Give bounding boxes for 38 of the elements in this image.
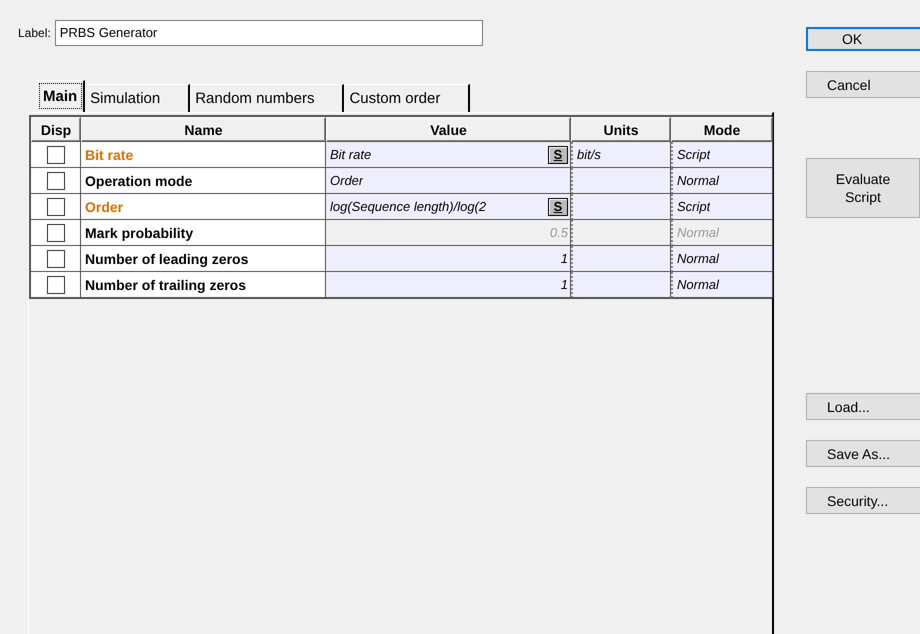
checkbox[interactable] <box>46 146 64 164</box>
value-field[interactable]: Bit rate S <box>326 142 571 168</box>
value-field[interactable]: 1 <box>326 246 571 272</box>
checkbox[interactable] <box>46 276 64 294</box>
dialog-button[interactable]: Load... <box>806 393 920 420</box>
table-cell: Number of leading zeros <box>81 246 326 272</box>
script-button[interactable]: S <box>548 198 568 216</box>
script-button[interactable]: S <box>548 146 568 164</box>
mode-field[interactable]: Normal <box>671 168 773 194</box>
column-header[interactable]: Name <box>81 117 326 142</box>
dialog-button[interactable]: Save As... <box>806 440 920 467</box>
tab[interactable]: Simulation <box>85 84 190 112</box>
mode-field[interactable]: Normal <box>671 272 773 298</box>
table-cell: bit/s <box>571 142 671 168</box>
tab[interactable]: Main <box>36 80 86 112</box>
table-cell: Order <box>81 194 326 220</box>
dialog-button[interactable]: Evaluate Script <box>806 158 920 218</box>
column-header[interactable]: Disp <box>31 117 81 142</box>
table-cell: Number of trailing zeros <box>81 272 326 298</box>
label-input-field[interactable]: PRBS Generator <box>54 20 483 46</box>
checkbox[interactable] <box>46 250 64 268</box>
tab[interactable]: Random numbers <box>190 84 344 112</box>
dialog-button[interactable]: Cancel <box>806 71 920 98</box>
value-field[interactable]: log(Sequence length)/log(2 S <box>326 194 571 220</box>
checkbox[interactable] <box>46 172 64 190</box>
table-cell: Mark probability <box>81 220 326 246</box>
label-caption: Label: <box>18 26 51 40</box>
table-cell: Operation mode <box>81 168 326 194</box>
value-field[interactable]: 1 <box>326 272 571 298</box>
dialog-button[interactable]: Security... <box>806 487 920 514</box>
tab[interactable]: Custom order <box>344 84 470 112</box>
checkbox[interactable] <box>46 198 64 216</box>
column-header[interactable]: Value <box>326 117 571 142</box>
table-cell: Bit rate <box>81 142 326 168</box>
dialog-button[interactable]: OK <box>806 27 920 51</box>
column-header[interactable]: Mode <box>671 117 773 142</box>
mode-field[interactable]: Normal <box>671 246 773 272</box>
column-header[interactable]: Units <box>571 117 671 142</box>
